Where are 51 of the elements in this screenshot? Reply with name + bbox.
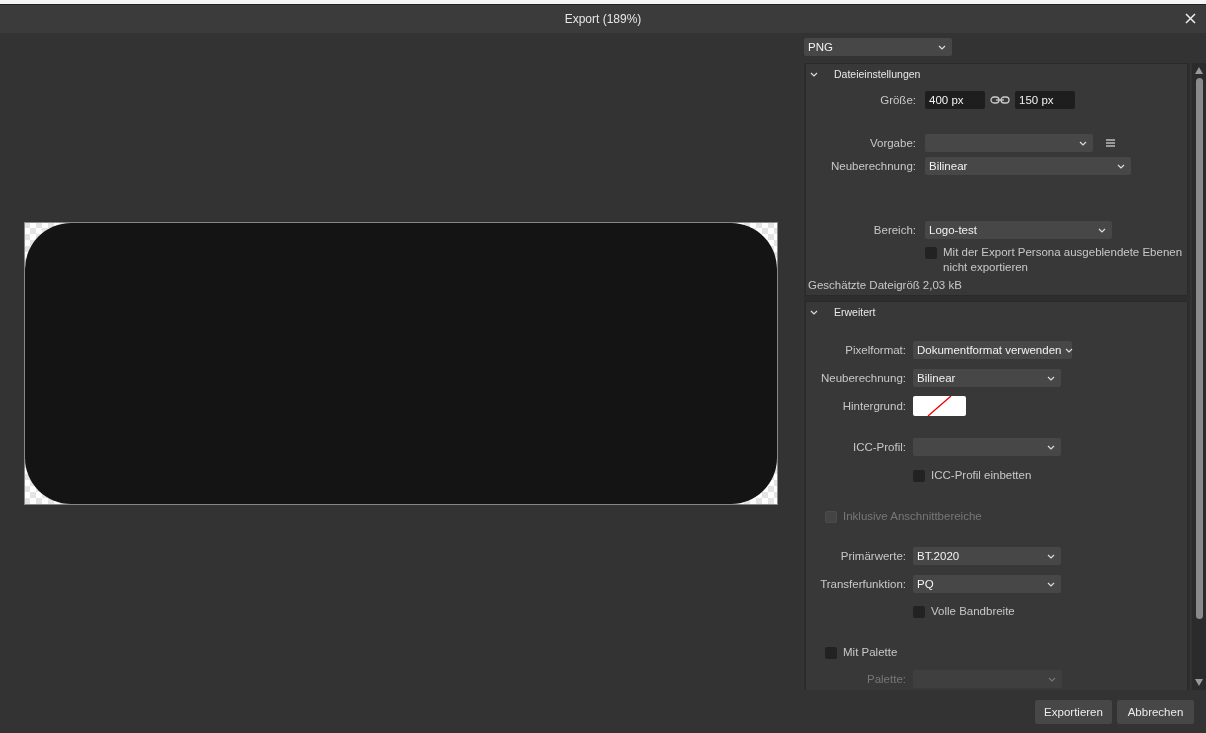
field-label: Neuberechnung:	[829, 160, 916, 172]
chevron-down-icon	[1117, 163, 1125, 169]
checkbox-label: ICC-Profil einbetten	[931, 467, 1032, 483]
scroll-down-icon[interactable]	[1195, 679, 1203, 686]
dropdown[interactable]: PQ	[913, 575, 1061, 593]
dropdown[interactable]: BT.2020	[913, 547, 1061, 565]
dropdown[interactable]: Dokumentformat verwenden	[913, 341, 1072, 359]
dropdown[interactable]: Bilinear	[925, 157, 1131, 175]
field-label: Hintergrund:	[841, 400, 906, 412]
window-title: Export (189%)	[564, 12, 642, 26]
field-label: Transferfunktion:	[819, 578, 906, 590]
chevron-down-icon	[1047, 444, 1055, 450]
file-size-value: 2,03 kB	[922, 279, 962, 291]
section-title[interactable]: Dateieinstellungen	[834, 68, 921, 80]
section-title[interactable]: Erweitert	[834, 306, 876, 318]
chevron-down-icon	[938, 44, 946, 50]
color-swatch[interactable]	[913, 396, 966, 416]
field-label: Neuberechnung:	[819, 372, 906, 384]
chevron-down-icon	[1048, 676, 1056, 682]
link-icon[interactable]	[990, 96, 1010, 104]
dropdown[interactable]: Logo-test	[925, 221, 1112, 239]
chevron-down-icon	[1098, 227, 1106, 233]
field-label: Größe:	[879, 94, 916, 106]
export-button[interactable]: Exportieren	[1035, 700, 1112, 724]
field-label: Pixelformat:	[844, 344, 906, 356]
chevron-down-icon	[1065, 347, 1074, 353]
checkbox-label: Inklusive Anschnittbereiche	[843, 508, 982, 524]
scrollbar[interactable]	[1192, 63, 1206, 690]
scroll-up-icon[interactable]	[1195, 67, 1203, 74]
chevron-down-icon	[1079, 140, 1087, 146]
dropdown[interactable]: PNG	[804, 38, 952, 56]
field-label: ICC-Profil:	[851, 441, 906, 453]
cancel-button[interactable]: Abbrechen	[1117, 700, 1194, 724]
chevron-down-icon	[1047, 581, 1055, 587]
menu-icon[interactable]	[1106, 139, 1115, 147]
chevron-down-icon	[1047, 375, 1055, 381]
chevron-down-icon[interactable]	[810, 309, 818, 315]
checkbox-label: Volle Bandbreite	[931, 603, 1015, 619]
chevron-down-icon[interactable]	[810, 71, 818, 77]
field-label: Palette:	[866, 673, 906, 685]
field-label: Bereich:	[872, 224, 916, 236]
close-icon[interactable]	[1185, 13, 1196, 24]
checkbox-label: Mit Palette	[843, 644, 898, 660]
file-size-label: Geschätzte Dateigröß	[808, 279, 920, 291]
height-field[interactable]: 150 px	[1015, 91, 1075, 109]
chevron-down-icon	[1047, 553, 1055, 559]
field-label: Vorgabe:	[868, 137, 916, 149]
dropdown[interactable]: Bilinear	[913, 369, 1061, 387]
width-field[interactable]: 400 px	[925, 91, 985, 109]
field-label: Primärwerte:	[839, 550, 906, 562]
checkbox-label: Mit der Export Persona ausgeblendete Ebenen nicht exportieren	[943, 245, 1184, 275]
